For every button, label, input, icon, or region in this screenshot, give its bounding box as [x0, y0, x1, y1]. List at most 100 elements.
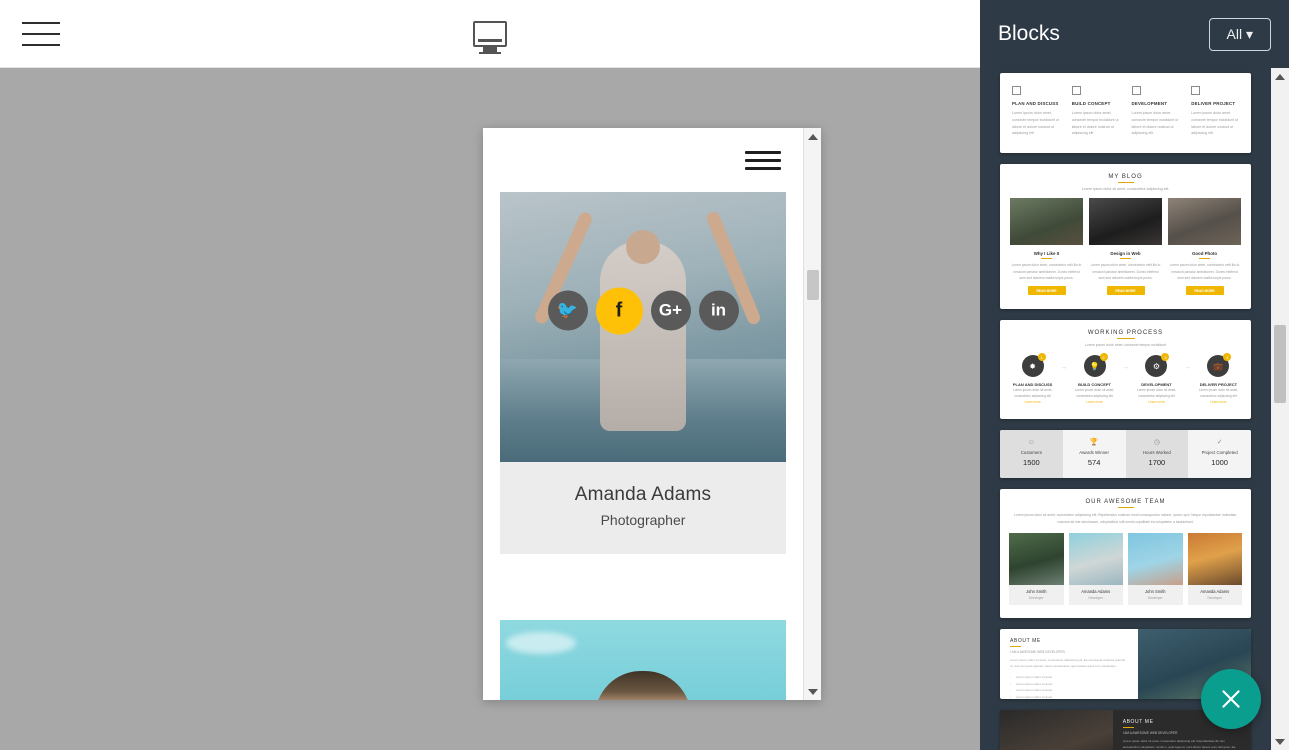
team-member: Amanda Adams Developer: [1069, 533, 1124, 605]
divider: [1118, 507, 1134, 508]
hamburger-line: [22, 22, 60, 24]
team-member: Amanda Adams Developer: [1188, 533, 1243, 605]
social-button-group: 🐦 f G+ in: [500, 287, 786, 334]
step-text: Lorem ipsum dolor sit amet, consectetur …: [1070, 387, 1119, 399]
preview-profile-card-2: [500, 620, 786, 700]
monitor-foot: [479, 52, 501, 55]
blocks-sidebar: Blocks All ▾ PLAN AND DISCUSS Lorem ipsu…: [980, 0, 1289, 750]
blog-image: [1010, 198, 1083, 245]
blog-card-text: Lorem ipsum dolor amet, consectetur veli…: [1010, 262, 1083, 281]
about-bullet: Lorem ipsum dolor sit amet: [1010, 681, 1128, 688]
counter-item: ✓ Project Completed 1000: [1188, 430, 1251, 478]
gear-hand-icon: ⚙ 3: [1145, 355, 1167, 377]
desktop-monitor-icon[interactable]: [473, 21, 507, 47]
lightbulb-icon: 💡 2: [1084, 355, 1106, 377]
block-thumbnail-blog[interactable]: MY BLOG Lorem ipsum dolor sit amet, cons…: [1000, 164, 1251, 309]
blog-image: [1089, 198, 1162, 245]
read-more-button[interactable]: READ MORE: [1107, 286, 1145, 295]
read-more-button[interactable]: READ MORE: [1028, 286, 1066, 295]
about-subheading: I AM A AWESOME WEB DEVELOPER: [1010, 650, 1128, 654]
divider: [1117, 338, 1135, 339]
close-icon: [1218, 686, 1244, 712]
blocks-filter-dropdown[interactable]: All ▾: [1209, 18, 1271, 51]
twitter-icon[interactable]: 🐦: [548, 291, 588, 331]
photo-head: [626, 230, 660, 264]
feature-column: DELIVER PROJECT Lorem ipsum dolor amet, …: [1187, 86, 1243, 137]
member-photo: [1069, 533, 1124, 585]
feature-title: DELIVER PROJECT: [1191, 101, 1239, 106]
step-number-badge: 3: [1161, 353, 1169, 361]
process-step: 💡 2 BUILD CONCEPT Lorem ipsum dolor sit …: [1070, 355, 1119, 405]
blog-card-title: Good Photo: [1168, 251, 1241, 256]
feature-text: Lorem ipsum dolor amet, consecte tempor …: [1191, 110, 1239, 137]
feature-title: PLAN AND DISCUSS: [1012, 101, 1060, 106]
preview-scrollbar[interactable]: [803, 128, 821, 700]
divider: [1010, 646, 1021, 647]
magic-wand-icon: ✸ 1: [1022, 355, 1044, 377]
feature-column: PLAN AND DISCUSS Lorem ipsum dolor amet,…: [1008, 86, 1064, 137]
block-thumbnail-counters[interactable]: ☺ Customers 1500 🏆 Awards Winner 574 ◷ H…: [1000, 430, 1251, 478]
about-heading: ABOUT ME: [1010, 638, 1128, 644]
preview-scroll-up-arrow[interactable]: [804, 128, 821, 145]
blocks-list[interactable]: PLAN AND DISCUSS Lorem ipsum dolor amet,…: [980, 68, 1271, 750]
photo-cloud: [506, 632, 576, 654]
divider: [1118, 182, 1134, 183]
blog-card-title: Design in Web: [1089, 251, 1162, 256]
feature-column: DEVELOPMENT Lorem ipsum dolor amet, cons…: [1128, 86, 1184, 137]
process-step: 💼 4 DELIVER PROJECT Lorem ipsum dolor si…: [1194, 355, 1243, 405]
blocks-scroll-thumb[interactable]: [1274, 325, 1286, 403]
read-more-button[interactable]: READ MORE: [1186, 286, 1224, 295]
blocks-scroll-up-arrow[interactable]: [1271, 68, 1289, 85]
team-member: John Smith Developer: [1009, 533, 1064, 605]
app-toolbar: [0, 0, 980, 68]
profile-role: Photographer: [510, 512, 776, 528]
member-name: Amanda Adams: [1069, 589, 1124, 594]
list-icon: [1072, 86, 1081, 95]
counter-label: Awards Winner: [1067, 450, 1122, 455]
blocks-scroll-down-arrow[interactable]: [1271, 733, 1289, 750]
facebook-icon[interactable]: f: [596, 287, 643, 334]
feature-text: Lorem ipsum dolor amet, consecte tempor …: [1012, 110, 1060, 137]
feature-column: BUILD CONCEPT Lorem ipsum dolor amet, co…: [1068, 86, 1124, 137]
member-photo: [1128, 533, 1183, 585]
hamburger-line: [745, 167, 781, 170]
counter-label: Customers: [1004, 450, 1059, 455]
member-name: Amanda Adams: [1188, 589, 1243, 594]
member-photo: [1009, 533, 1064, 585]
step-link[interactable]: Learn more: [1008, 399, 1057, 405]
photo-figure: [600, 241, 686, 431]
block-thumbnail-features[interactable]: PLAN AND DISCUSS Lorem ipsum dolor amet,…: [1000, 73, 1251, 153]
step-link[interactable]: Learn more: [1194, 399, 1243, 405]
clipboard-icon: [1012, 86, 1021, 95]
block-thumbnail-working-process[interactable]: WORKING PROCESS Lorem ipsum dolor amet, …: [1000, 320, 1251, 419]
preview-scroll-down-arrow[interactable]: [804, 683, 821, 700]
feature-text: Lorem ipsum dolor amet, consecte tempor …: [1132, 110, 1180, 137]
hamburger-line: [745, 151, 781, 154]
step-text: Lorem ipsum dolor sit amet, consectetur …: [1008, 387, 1057, 399]
google-plus-icon[interactable]: G+: [651, 291, 691, 331]
editor-canvas: 🐦 f G+ in Amanda Adams Photographer: [0, 68, 980, 750]
site-preview-frame[interactable]: 🐦 f G+ in Amanda Adams Photographer: [483, 128, 821, 700]
step-link[interactable]: Learn more: [1132, 399, 1181, 405]
step-number-badge: 2: [1100, 353, 1108, 361]
counter-value: 1500: [1004, 458, 1059, 467]
step-link[interactable]: Learn more: [1070, 399, 1119, 405]
block-thumbnail-team[interactable]: OUR AWESOME TEAM Lorem ipsum dolor sit a…: [1000, 489, 1251, 618]
main-menu-hamburger-icon[interactable]: [22, 19, 66, 49]
preview-hamburger-icon[interactable]: [745, 151, 781, 170]
blog-card: Design in Web Lorem ipsum dolor amet, co…: [1089, 198, 1162, 295]
counter-label: Hours Worked: [1130, 450, 1185, 455]
trophy-icon: 🏆: [1067, 439, 1122, 446]
divider: [1041, 258, 1052, 259]
linkedin-icon[interactable]: in: [699, 291, 739, 331]
process-step: ⚙ 3 DEVELOPMENT Lorem ipsum dolor sit am…: [1132, 355, 1181, 405]
feature-title: DEVELOPMENT: [1132, 101, 1180, 106]
about-bullet: Lorem ipsum dolor sit amet: [1010, 687, 1128, 694]
about-text: Lorem ipsum dolor sit amet, consectetur …: [1123, 739, 1241, 750]
profile-caption: Amanda Adams Photographer: [500, 462, 786, 554]
preview-spacer: [483, 554, 803, 620]
blocks-scrollbar[interactable]: [1271, 68, 1289, 750]
member-role: Developer: [1188, 596, 1243, 600]
preview-scroll-thumb[interactable]: [807, 270, 819, 300]
close-panel-button[interactable]: [1201, 669, 1261, 729]
